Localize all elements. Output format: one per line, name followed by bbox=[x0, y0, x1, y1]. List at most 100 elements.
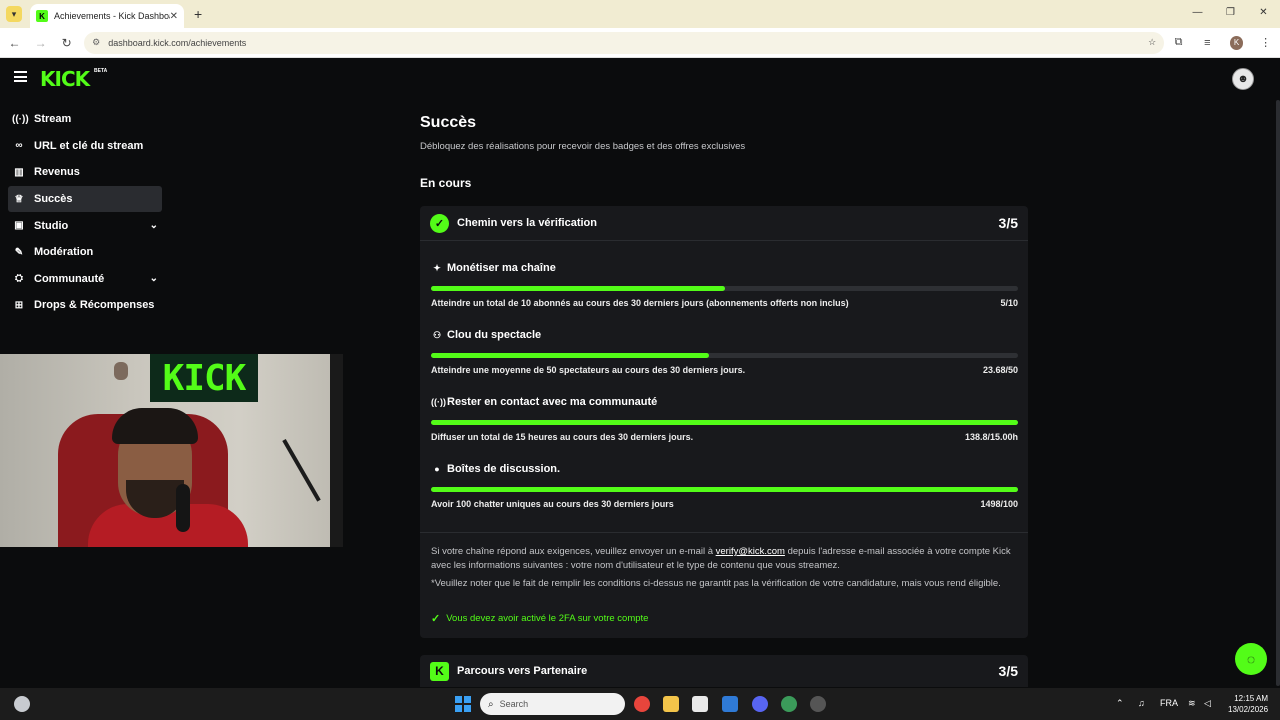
tab-search-icon[interactable]: ▾ bbox=[6, 6, 22, 22]
sidebar-item-label: Drops & Récompenses bbox=[34, 299, 155, 312]
page-scrollbar[interactable] bbox=[1276, 100, 1280, 686]
divider bbox=[420, 532, 1028, 533]
studio-icon: ▣ bbox=[14, 220, 24, 232]
verified-badge-icon: ✓ bbox=[430, 213, 449, 233]
mail-icon[interactable] bbox=[722, 696, 738, 712]
app-icon[interactable] bbox=[810, 696, 826, 712]
checkmark-icon: ✓ bbox=[431, 613, 441, 625]
address-bar[interactable]: ⚙ dashboard.kick.com/achievements ☆ bbox=[84, 31, 1165, 54]
extensions-icon[interactable]: ⧉ bbox=[1164, 36, 1193, 49]
user-avatar[interactable]: ☻ bbox=[1232, 68, 1254, 90]
browser-menu-icon[interactable]: ⋮ bbox=[1251, 36, 1280, 49]
webcam-kick-sign: KICK bbox=[150, 354, 258, 402]
broadcast-icon: ((·)) bbox=[12, 113, 29, 125]
support-chat-button[interactable]: ◌ bbox=[1235, 643, 1267, 675]
reading-list-icon[interactable]: ≡ bbox=[1193, 37, 1222, 49]
minimize-button[interactable]: — bbox=[1181, 0, 1214, 28]
reload-icon[interactable]: ↻ bbox=[55, 36, 78, 50]
sidebar-item-studio[interactable]: ▣ Studio ⌄ bbox=[8, 212, 162, 239]
window-controls: — ❐ ✕ bbox=[1181, 0, 1280, 28]
beta-label: BETA bbox=[94, 68, 108, 74]
link-icon: ∞ bbox=[15, 140, 23, 152]
task-value: 5/10 bbox=[1000, 298, 1018, 308]
sidebar-item-succes[interactable]: ♕ Succès bbox=[8, 185, 162, 213]
requirement-text: Vous devez avoir activé le 2FA sur votre… bbox=[446, 613, 649, 624]
weather-icon[interactable] bbox=[14, 696, 30, 712]
profile-avatar[interactable]: K bbox=[1229, 35, 1244, 50]
hamburger-menu-icon[interactable] bbox=[14, 71, 27, 82]
taskbar-clock[interactable]: 12:15 AM 13/02/2026 bbox=[1228, 693, 1268, 715]
volume-icon[interactable]: ◁ bbox=[1204, 698, 1211, 709]
taskbar-search[interactable]: ⌕ Search bbox=[480, 693, 625, 715]
sidebar-item-label: Modération bbox=[34, 246, 94, 259]
kick-logo[interactable]: KICK bbox=[40, 67, 90, 91]
language-indicator[interactable]: FRA bbox=[1160, 698, 1178, 708]
discord-icon[interactable] bbox=[752, 696, 768, 712]
sidebar-item-label: Studio bbox=[34, 219, 69, 232]
task-item: ⚇ Clou du spectacle Atteindre une moyenn… bbox=[431, 329, 1018, 375]
trophy-icon: ♕ bbox=[14, 193, 24, 205]
kick-favicon-icon: K bbox=[36, 10, 48, 22]
progress-bar bbox=[431, 420, 1018, 425]
forward-arrow-icon[interactable]: → bbox=[29, 36, 52, 50]
sidebar-item-stream[interactable]: ((·)) Stream bbox=[8, 106, 162, 133]
card-title: Chemin vers la vérification bbox=[457, 217, 597, 229]
task-description: Atteindre un total de 10 abonnés au cour… bbox=[431, 298, 849, 308]
task-name: Monétiser ma chaîne bbox=[447, 262, 556, 274]
task-item: ✦ Monétiser ma chaîne Atteindre un total… bbox=[431, 262, 1018, 308]
store-icon[interactable] bbox=[692, 696, 708, 712]
sidebar-item-url-key[interactable]: ∞ URL et clé du stream bbox=[8, 133, 162, 160]
card-progress-count: 3/5 bbox=[998, 215, 1018, 231]
partner-card-header[interactable]: K Parcours vers Partenaire 3/5 bbox=[420, 655, 1028, 687]
bookmark-star-icon[interactable]: ☆ bbox=[1148, 37, 1156, 48]
browser-toolbar: ← → ↻ ⚙ dashboard.kick.com/achievements … bbox=[0, 28, 1280, 58]
task-description: Atteindre une moyenne de 50 spectateurs … bbox=[431, 365, 746, 375]
tray-chevron-icon[interactable]: ⌃ bbox=[1116, 698, 1124, 709]
sidebar-item-moderation[interactable]: ✎ Modération bbox=[8, 239, 162, 266]
gift-icon: ⊞ bbox=[14, 299, 24, 311]
microphone-icon[interactable]: ♫ bbox=[1138, 698, 1145, 708]
card-header[interactable]: ✓ Chemin vers la vérification 3/5 bbox=[420, 206, 1028, 241]
sidebar-item-communaute[interactable]: ⛭ Communauté ⌄ bbox=[8, 266, 162, 293]
chevron-down-icon[interactable]: ⌄ bbox=[150, 273, 158, 284]
sidebar-item-drops[interactable]: ⊞ Drops & Récompenses bbox=[8, 292, 162, 319]
back-arrow-icon[interactable]: ← bbox=[3, 36, 26, 50]
task-description: Diffuser un total de 15 heures au cours … bbox=[431, 432, 694, 442]
maximize-button[interactable]: ❐ bbox=[1214, 0, 1247, 28]
sidebar-item-label: Communauté bbox=[34, 272, 105, 285]
kick-logo-icon: K bbox=[430, 661, 449, 681]
new-tab-button[interactable]: + bbox=[194, 6, 202, 22]
chevron-down-icon[interactable]: ⌄ bbox=[150, 220, 158, 231]
sidebar-item-label: Succès bbox=[34, 193, 73, 206]
wrench-icon: ✎ bbox=[14, 246, 24, 258]
browser-tab[interactable]: K Achievements - Kick Dashboard ✕ bbox=[30, 4, 184, 28]
task-name: Rester en contact avec ma communauté bbox=[447, 396, 658, 408]
chrome-icon[interactable] bbox=[634, 696, 650, 712]
tab-title: Achievements - Kick Dashboard bbox=[54, 11, 170, 21]
requirement-2fa: ✓ Vous devez avoir activé le 2FA sur vot… bbox=[431, 612, 648, 625]
wifi-icon[interactable]: ≋ bbox=[1188, 698, 1196, 709]
os-taskbar: ⌕ Search ⌃ ♫ FRA ≋ ◁ 12:15 AM 13/02/2026 bbox=[0, 688, 1280, 720]
task-name: Boîtes de discussion. bbox=[447, 463, 561, 475]
progress-bar bbox=[431, 353, 1018, 358]
site-info-icon[interactable]: ⚙ bbox=[92, 37, 100, 48]
chart-icon: ▥ bbox=[14, 166, 24, 178]
file-explorer-icon[interactable] bbox=[663, 696, 679, 712]
kick-header: KICK BETA ☻ bbox=[0, 58, 1280, 98]
sidebar-item-revenus[interactable]: ▥ Revenus bbox=[8, 159, 162, 186]
task-value: 23.68/50 bbox=[982, 365, 1018, 375]
sidebar-item-label: URL et clé du stream bbox=[34, 139, 144, 152]
broadcast-icon: ((·)) bbox=[431, 397, 446, 407]
sparkle-icon: ✦ bbox=[433, 262, 441, 273]
verify-email-link[interactable]: verify@kick.com bbox=[716, 546, 785, 557]
task-value: 138.8/15.00h bbox=[964, 432, 1018, 442]
chrome-profile-icon[interactable] bbox=[781, 696, 797, 712]
chat-bubble-icon: ● bbox=[434, 464, 440, 474]
sidebar-item-label: Stream bbox=[34, 113, 72, 126]
tab-close-icon[interactable]: ✕ bbox=[170, 11, 178, 22]
task-item: ((·)) Rester en contact avec ma communau… bbox=[431, 396, 1018, 442]
viewers-icon: ⚇ bbox=[432, 329, 442, 340]
windows-start-icon[interactable] bbox=[455, 696, 471, 712]
close-window-button[interactable]: ✕ bbox=[1247, 0, 1280, 28]
task-value: 1498/100 bbox=[980, 499, 1018, 509]
